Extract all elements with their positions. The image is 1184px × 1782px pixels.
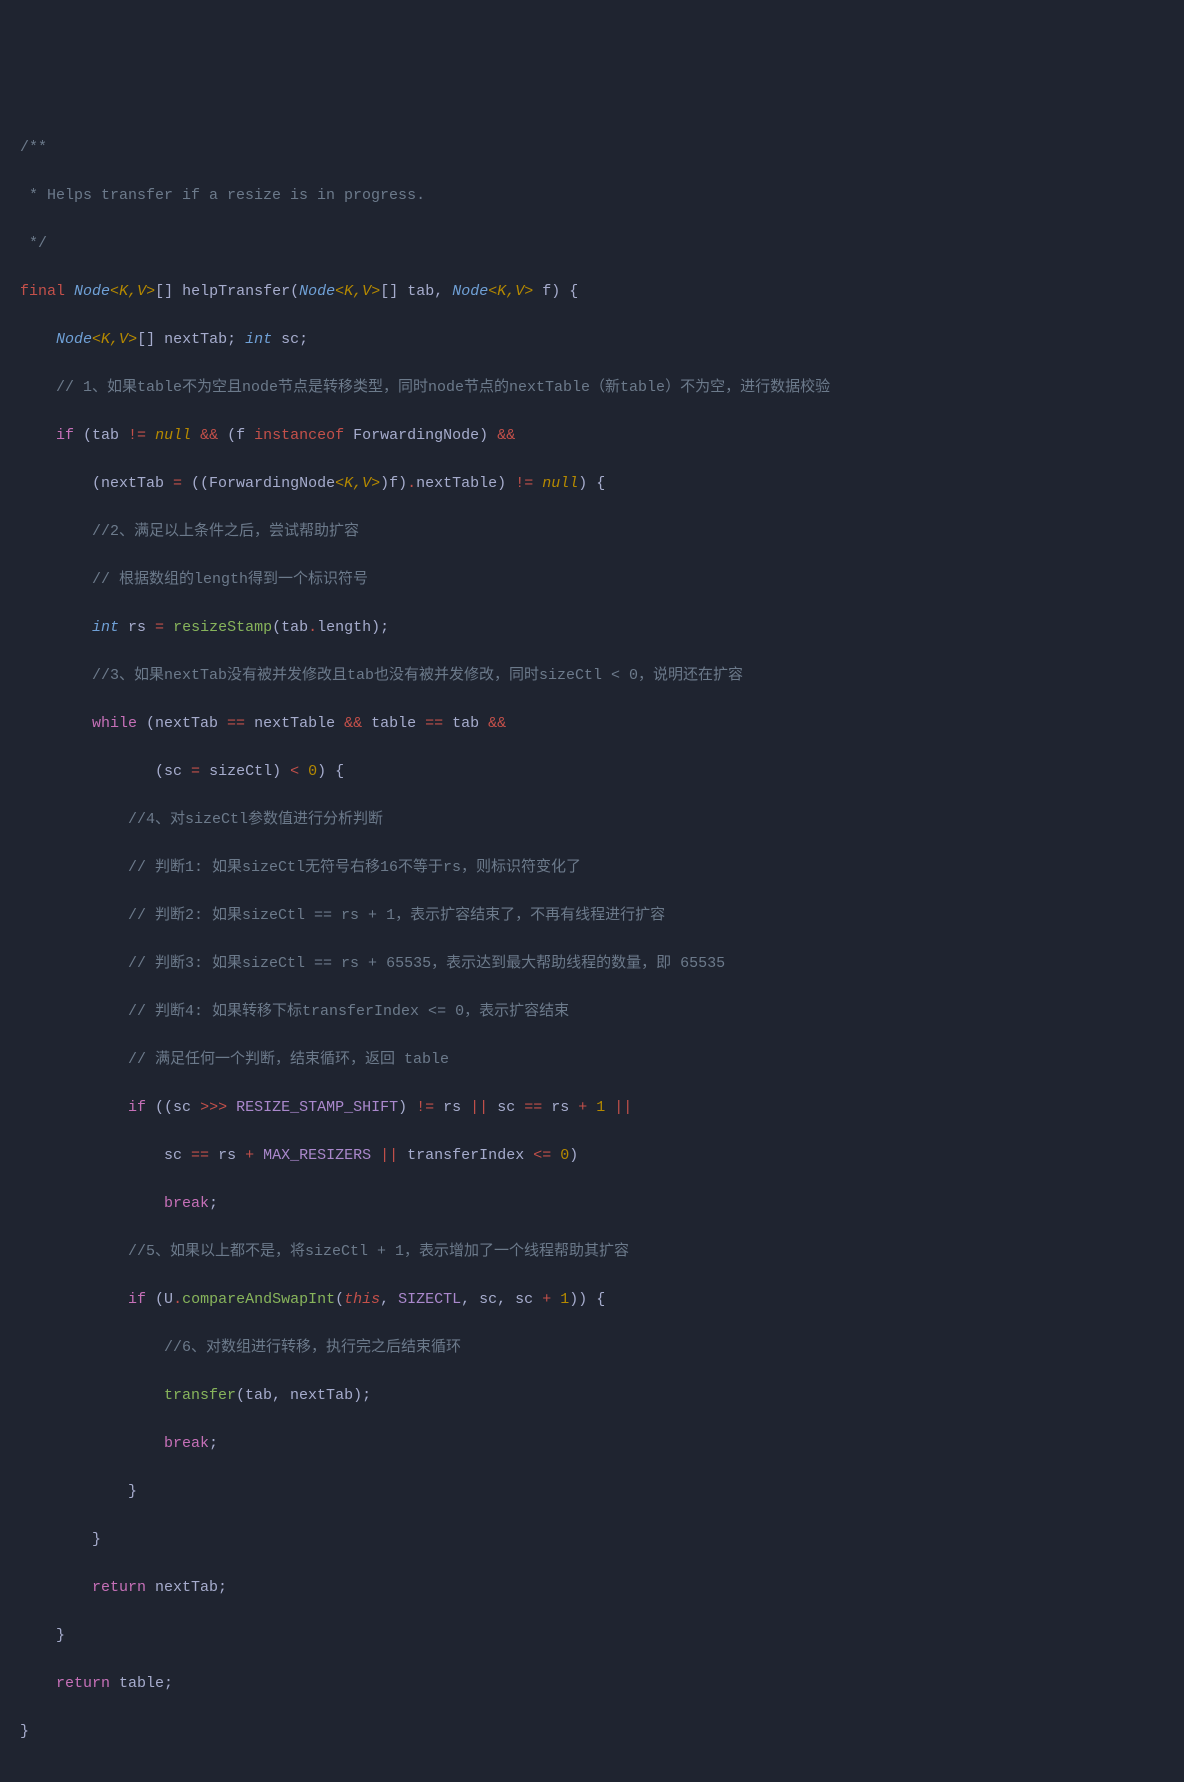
comment: //5、如果以上都不是，将sizeCtl + 1，表示增加了一个线程帮助其扩容 — [128, 1243, 629, 1260]
code-line: // 根据数组的length得到一个标识符号 — [20, 568, 1164, 592]
code-line: /** — [20, 136, 1164, 160]
code-line: (sc = sizeCtl) < 0) { — [20, 760, 1164, 784]
code-line: (nextTab = ((ForwardingNode<K,V>)f).next… — [20, 472, 1164, 496]
code-line: sc == rs + MAX_RESIZERS || transferIndex… — [20, 1144, 1164, 1168]
code-line: if (tab != null && (f instanceof Forward… — [20, 424, 1164, 448]
code-line: //2、满足以上条件之后，尝试帮助扩容 — [20, 520, 1164, 544]
code-line: // 满足任何一个判断，结束循环，返回 table — [20, 1048, 1164, 1072]
keyword-final: final — [20, 283, 65, 300]
keyword-if: if — [128, 1099, 146, 1116]
code-line: //5、如果以上都不是，将sizeCtl + 1，表示增加了一个线程帮助其扩容 — [20, 1240, 1164, 1264]
code-line: //4、对sizeCtl参数值进行分析判断 — [20, 808, 1164, 832]
code-line: return nextTab; — [20, 1576, 1164, 1600]
code-line: //3、如果nextTab没有被并发修改且tab也没有被并发修改，同时sizeC… — [20, 664, 1164, 688]
comment: * Helps transfer if a resize is in progr… — [20, 187, 425, 204]
comment: //4、对sizeCtl参数值进行分析判断 — [128, 811, 383, 828]
code-line: } — [20, 1480, 1164, 1504]
comment: */ — [20, 235, 47, 252]
code-line: // 判断3: 如果sizeCtl == rs + 65535，表示达到最大帮助… — [20, 952, 1164, 976]
keyword-return: return — [92, 1579, 146, 1596]
code-line: while (nextTab == nextTable && table == … — [20, 712, 1164, 736]
comment: // 判断2: 如果sizeCtl == rs + 1，表示扩容结束了，不再有线… — [128, 907, 665, 924]
code-line: */ — [20, 232, 1164, 256]
code-line: if (U.compareAndSwapInt(this, SIZECTL, s… — [20, 1288, 1164, 1312]
code-line: } — [20, 1528, 1164, 1552]
comment: // 判断3: 如果sizeCtl == rs + 65535，表示达到最大帮助… — [128, 955, 725, 972]
code-line: int rs = resizeStamp(tab.length); — [20, 616, 1164, 640]
keyword-if: if — [128, 1291, 146, 1308]
comment: /** — [20, 139, 47, 156]
comment: //2、满足以上条件之后，尝试帮助扩容 — [92, 523, 359, 540]
keyword-break: break — [164, 1435, 209, 1452]
code-line: } — [20, 1624, 1164, 1648]
type-node: Node — [74, 283, 110, 300]
code-line: } — [20, 1720, 1164, 1744]
code-line: * Helps transfer if a resize is in progr… — [20, 184, 1164, 208]
code-line: //6、对数组进行转移，执行完之后结束循环 — [20, 1336, 1164, 1360]
code-line: // 判断2: 如果sizeCtl == rs + 1，表示扩容结束了，不再有线… — [20, 904, 1164, 928]
keyword-if: if — [56, 427, 74, 444]
comment: // 判断4: 如果转移下标transferIndex <= 0，表示扩容结束 — [128, 1003, 569, 1020]
comment: // 根据数组的length得到一个标识符号 — [92, 571, 368, 588]
code-line: // 1、如果table不为空且node节点是转移类型，同时node节点的nex… — [20, 376, 1164, 400]
code-line: // 判断4: 如果转移下标transferIndex <= 0，表示扩容结束 — [20, 1000, 1164, 1024]
code-line: final Node<K,V>[] helpTransfer(Node<K,V>… — [20, 280, 1164, 304]
code-line: break; — [20, 1192, 1164, 1216]
code-line: break; — [20, 1432, 1164, 1456]
code-line: // 判断1: 如果sizeCtl无符号右移16不等于rs，则标识符变化了 — [20, 856, 1164, 880]
code-block: /** * Helps transfer if a resize is in p… — [20, 112, 1164, 1768]
call-transfer: transfer — [164, 1387, 236, 1404]
code-line: Node<K,V>[] nextTab; int sc; — [20, 328, 1164, 352]
call-resizestamp: resizeStamp — [173, 619, 272, 636]
code-line: if ((sc >>> RESIZE_STAMP_SHIFT) != rs ||… — [20, 1096, 1164, 1120]
code-line: return table; — [20, 1672, 1164, 1696]
comment: // 判断1: 如果sizeCtl无符号右移16不等于rs，则标识符变化了 — [128, 859, 581, 876]
keyword-while: while — [92, 715, 137, 732]
comment: //6、对数组进行转移，执行完之后结束循环 — [164, 1339, 461, 1356]
keyword-break: break — [164, 1195, 209, 1212]
code-line: transfer(tab, nextTab); — [20, 1384, 1164, 1408]
keyword-return: return — [56, 1675, 110, 1692]
comment: //3、如果nextTab没有被并发修改且tab也没有被并发修改，同时sizeC… — [92, 667, 743, 684]
comment: // 满足任何一个判断，结束循环，返回 table — [128, 1051, 449, 1068]
comment: // 1、如果table不为空且node节点是转移类型，同时node节点的nex… — [56, 379, 830, 396]
call-cas: compareAndSwapInt — [182, 1291, 335, 1308]
method-name: helpTransfer( — [173, 283, 299, 300]
